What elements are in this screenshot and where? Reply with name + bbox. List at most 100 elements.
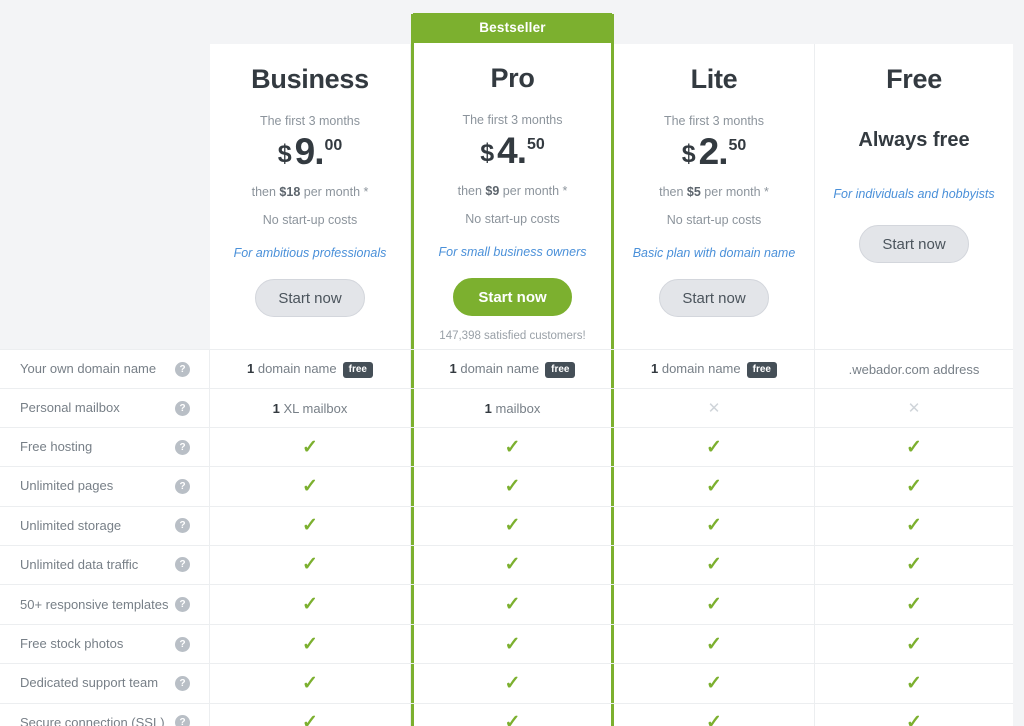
help-icon[interactable]: ? (175, 478, 190, 494)
plan-card-pro[interactable]: Bestseller Pro The first 3 months $4.50 … (411, 13, 614, 349)
table-row: Your own domain name? 1 domain name free 1 … (0, 349, 1013, 389)
feature-value-lite: ✕ (614, 389, 815, 428)
then-prefix: then (659, 185, 687, 199)
always-free-label: Always free (858, 129, 970, 151)
free-badge: free (342, 361, 373, 378)
table-row: Secure connection (SSL)? ✓ ✓ ✓ ✓ (0, 702, 1013, 726)
plan-body-pro: Pro The first 3 months $4.50 then $9 per… (414, 63, 611, 342)
currency-symbol: $ (277, 140, 292, 168)
check-icon: ✓ (504, 633, 521, 655)
check-icon: ✓ (504, 475, 521, 497)
plan-card-free[interactable]: Free Always free For individuals and hob… (815, 44, 1013, 349)
feature-value-free: ✓ (815, 546, 1013, 584)
feature-value-free: ✓ (815, 704, 1013, 726)
pricing-page: Business The first 3 months $9.00 then $… (0, 0, 1024, 726)
start-now-button-pro[interactable]: Start now (453, 278, 572, 316)
help-icon[interactable]: ? (175, 636, 190, 652)
help-icon[interactable]: ? (175, 597, 190, 613)
help-icon[interactable]: ? (175, 439, 190, 455)
feature-value-business: ✓ (210, 664, 411, 703)
help-icon[interactable]: ? (175, 518, 190, 534)
check-icon: ✓ (302, 594, 318, 616)
feature-value-text: 1 XL mailbox (272, 400, 348, 416)
feature-value-business: ✓ (210, 625, 411, 664)
feature-value-text: .webador.com address (848, 361, 980, 377)
feature-label: Your own domain name (20, 361, 157, 376)
check-icon: ✓ (706, 436, 722, 458)
feature-value-pro: ✓ (411, 545, 614, 584)
check-icon: ✓ (504, 554, 521, 576)
feature-value-business: ✓ (210, 584, 411, 625)
feature-name-cell: Free stock photos? (0, 625, 210, 664)
then-suffix: per month * (300, 185, 369, 199)
plan-tagline-free: For individuals and hobbyists (833, 187, 995, 201)
check-icon: ✓ (706, 672, 722, 694)
check-icon: ✓ (302, 672, 318, 694)
feature-value-lite: ✓ (614, 625, 815, 664)
feature-value-free: ✕ (815, 389, 1013, 427)
price-whole: 9. (294, 131, 325, 172)
price-cents: 50 (728, 137, 747, 154)
feature-label: Unlimited pages (20, 478, 114, 494)
feature-value-text: 1 domain name free (247, 361, 373, 378)
feature-value-pro: ✓ (411, 467, 614, 506)
feature-value-pro: ✓ (411, 506, 614, 545)
help-icon[interactable]: ? (175, 361, 190, 377)
then-price: $9 (485, 184, 500, 198)
feature-value-lite: 1 domain name free (614, 350, 815, 389)
plan-title-pro: Pro (490, 63, 535, 93)
feature-value-pro: ✓ (411, 584, 614, 625)
feature-label: Secure connection (SSL) (20, 714, 165, 726)
plan-intro-pro: The first 3 months (462, 113, 563, 127)
plan-tagline-pro: For small business owners (438, 245, 587, 259)
feature-value-pro: ✓ (411, 703, 614, 726)
plan-nostartup-pro: No start-up costs (465, 212, 560, 226)
check-icon: ✓ (906, 475, 922, 497)
table-row: 50+ responsive templates? ✓ ✓ ✓ ✓ (0, 583, 1013, 625)
help-icon[interactable]: ? (175, 675, 190, 691)
check-icon: ✓ (906, 633, 922, 655)
check-icon: ✓ (302, 712, 318, 726)
then-price: $5 (686, 185, 701, 199)
feature-label: Unlimited storage (20, 517, 122, 533)
feature-value-count: 1 (651, 360, 659, 376)
feature-value-business: 1 XL mailbox (210, 389, 411, 428)
plan-title-free: Free (886, 64, 942, 94)
start-now-button-business[interactable]: Start now (255, 279, 365, 317)
check-icon: ✓ (302, 475, 318, 497)
check-icon: ✓ (504, 594, 521, 616)
help-icon[interactable]: ? (175, 400, 190, 416)
plan-card-lite[interactable]: Lite The first 3 months $2.50 then $5 pe… (614, 44, 815, 349)
start-now-button-free[interactable]: Start now (859, 225, 969, 263)
feature-value-pro: ✓ (411, 428, 614, 467)
plan-title-business: Business (251, 64, 369, 94)
start-now-button-lite[interactable]: Start now (659, 279, 769, 317)
feature-value-business: ✓ (210, 545, 411, 584)
feature-value-business: ✓ (210, 506, 411, 545)
plan-intro-lite: The first 3 months (663, 114, 765, 128)
plan-body-lite: Lite The first 3 months $2.50 then $5 pe… (614, 64, 814, 317)
feature-value-free: ✓ (815, 625, 1013, 663)
feature-value-business: 1 domain name free (210, 350, 411, 389)
feature-value-lite: ✓ (614, 467, 815, 506)
check-icon: ✓ (906, 672, 922, 694)
table-row: Unlimited data traffic? ✓ ✓ ✓ ✓ (0, 544, 1013, 584)
feature-name-cell: Free hosting? (0, 428, 210, 467)
plan-then-line-lite: then $5 per month * (624, 185, 804, 199)
feature-name-cell: Dedicated support team? (0, 664, 210, 703)
feature-value-lite: ✓ (614, 428, 815, 467)
feature-value-pro: 1 domain name free (411, 350, 614, 389)
price-cents: 00 (324, 137, 343, 154)
cross-icon: ✕ (707, 399, 721, 417)
plan-title-lite: Lite (690, 64, 738, 94)
feature-value-text: 1 domain name free (651, 361, 777, 378)
help-icon[interactable]: ? (175, 715, 190, 726)
plan-nostartup-lite: No start-up costs (666, 213, 762, 227)
plan-card-business[interactable]: Business The first 3 months $9.00 then $… (210, 44, 411, 349)
help-icon[interactable]: ? (175, 557, 190, 573)
plan-then-line-pro: then $9 per month * (424, 184, 601, 198)
feature-label: Unlimited data traffic (20, 556, 139, 572)
feature-name-cell: Secure connection (SSL)? (0, 703, 210, 726)
satisfied-customers-note: 147,398 satisfied customers! (439, 330, 586, 342)
feature-label: Personal mailbox (20, 400, 120, 416)
